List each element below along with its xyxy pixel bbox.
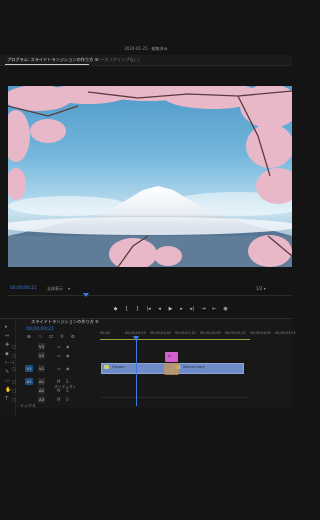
track-target-a2[interactable]: A2 [38,387,45,394]
track-target-a1[interactable]: A1 [38,378,45,385]
track-target-a3[interactable]: A3 [38,396,45,403]
fx-icon [104,365,109,369]
mute-icon[interactable]: M [57,396,60,403]
go-to-out-icon[interactable]: ▸| [189,306,196,312]
adjustment-layer-clip[interactable] [165,352,178,362]
sync-lock-icon[interactable]: ▭ [57,343,61,350]
project-title: 2024-01-25 - 編集済み [124,46,168,51]
track-target-v2[interactable]: V2 [38,352,45,359]
track-target-v3[interactable]: V3 [38,343,45,350]
ruler-tick-label: 00;00;03;00 [250,331,271,335]
tab-timeline-sequence[interactable]: スライドトランジションの作り方 ≡ [31,319,99,325]
eye-icon[interactable]: ◉ [66,343,70,350]
ruler-tick-label: 00;00;02;15 [225,331,246,335]
timeline-timecode[interactable]: 00;00;00;21 [26,327,54,332]
work-area-bar[interactable] [100,339,250,340]
marker-icon[interactable]: ◆ [112,306,119,312]
mute-icon[interactable]: M [57,387,60,394]
playback-resolution-select[interactable]: 1/2 ▾ [256,286,266,291]
track-header-v2[interactable]: V2 ▢ ▭ ◉ [12,352,100,359]
track-select-icon[interactable]: ⇔ [5,333,9,339]
lock-icon[interactable]: ▢ [12,378,16,385]
hand-tool-icon[interactable]: ✋ [5,387,11,393]
ruler-tick-label: 00;00;00;15 [125,331,146,335]
track-header-a3[interactable]: A3 ▢ M S [12,396,100,403]
tab-source-monitor[interactable]: ソース: (クリップなし) [96,57,140,63]
timeline-ruler[interactable]: 00;00 00;00;00;15 00;00;01;00 00;00;01;15 00… [100,331,296,338]
ruler-tick-label: 00;00 [100,331,110,335]
eye-icon[interactable]: ◉ [66,365,70,372]
source-patch-v1[interactable]: V1 [25,365,33,372]
program-timecode[interactable]: 00;00;00;21 [10,286,37,291]
eye-icon[interactable]: ◉ [66,352,70,359]
track-header-v3[interactable]: V3 ▢ ▭ ◉ [12,343,100,350]
rectangle-tool-icon[interactable]: ▭ [5,378,10,384]
clip-name: Fujisan [112,365,125,369]
ruler-tick-label: 00;00;03;15 [275,331,296,335]
insert-icon[interactable]: ⇥ [200,306,207,312]
ruler-tick-label: 00;00;01;15 [175,331,196,335]
solo-icon[interactable]: S [66,387,69,394]
clip-fx-badge: fx [168,354,172,358]
ripple-edit-icon[interactable]: ✥ [5,342,9,348]
track-header-a2[interactable]: A2 ▢ M S [12,387,100,394]
sync-lock-icon[interactable]: ▭ [57,365,61,372]
out-point-icon[interactable]: } [134,306,141,312]
go-to-in-icon[interactable]: |◂ [145,306,152,312]
zoom-fit-select[interactable]: 全体表示 [47,286,63,292]
program-monitor-video[interactable] [8,86,292,267]
play-icon[interactable]: ▶ [167,306,174,312]
tab-program-monitor[interactable]: プログラム: スライドトランジションの作り方 ≡ [7,57,98,63]
step-back-icon[interactable]: ◂ [156,306,163,312]
track-target-v1[interactable]: V1 [38,365,45,372]
mix-track-label: ミックス [20,403,36,408]
timeline-playhead-line[interactable] [136,336,137,406]
ruler-tick-label: 00;00;01;00 [150,331,171,335]
razor-tool-icon[interactable]: ◆ [5,351,9,357]
monitor-time-ruler[interactable] [8,295,292,301]
export-frame-icon[interactable]: ◉ [222,306,229,312]
lock-icon[interactable]: ▢ [12,343,16,350]
cross-transition[interactable] [164,363,179,375]
lock-icon[interactable]: ▢ [12,396,16,403]
timeline-playhead[interactable] [133,336,139,341]
timeline-header-icons[interactable]: ⊞ ⊃ ⊡ ⚲ ⚙ [27,335,78,340]
monitor-tab-bar: プログラム: スライドトランジションの作り方 ≡ ソース: (クリップなし) [0,55,292,66]
track-header-v1[interactable]: V1 V1 ▢ ▭ ◉ [12,365,100,372]
step-forward-icon[interactable]: ▸ [178,306,185,312]
audio-track-line [101,397,249,398]
active-tab-indicator [5,64,89,65]
sync-lock-icon[interactable]: ▭ [57,352,61,359]
solo-icon[interactable]: S [66,396,69,403]
lock-icon[interactable]: ▢ [12,365,16,372]
clip-name: Sakura.mp4 [183,365,205,369]
selection-tool-icon[interactable]: ▸ [5,324,8,330]
lock-icon[interactable]: ▢ [12,352,16,359]
track-header-a1[interactable]: A1 A1 ▢ M S オーディオ1 [12,378,100,389]
ruler-tick-label: 00;00;02;00 [200,331,221,335]
in-point-icon[interactable]: { [123,306,130,312]
chevron-down-icon[interactable]: ▾ [68,286,70,291]
pen-tool-icon[interactable]: ✎ [5,369,9,375]
overwrite-icon[interactable]: ⇤ [211,306,218,312]
monitor-playhead[interactable] [83,293,89,297]
source-patch-a1[interactable]: A1 [25,378,33,385]
type-tool-icon[interactable]: T [5,396,8,402]
mount-fuji-cherry-blossom-frame [8,86,292,267]
lock-icon[interactable]: ▢ [12,387,16,394]
v1-clip-sakura[interactable]: Sakura.mp4 [172,363,244,374]
